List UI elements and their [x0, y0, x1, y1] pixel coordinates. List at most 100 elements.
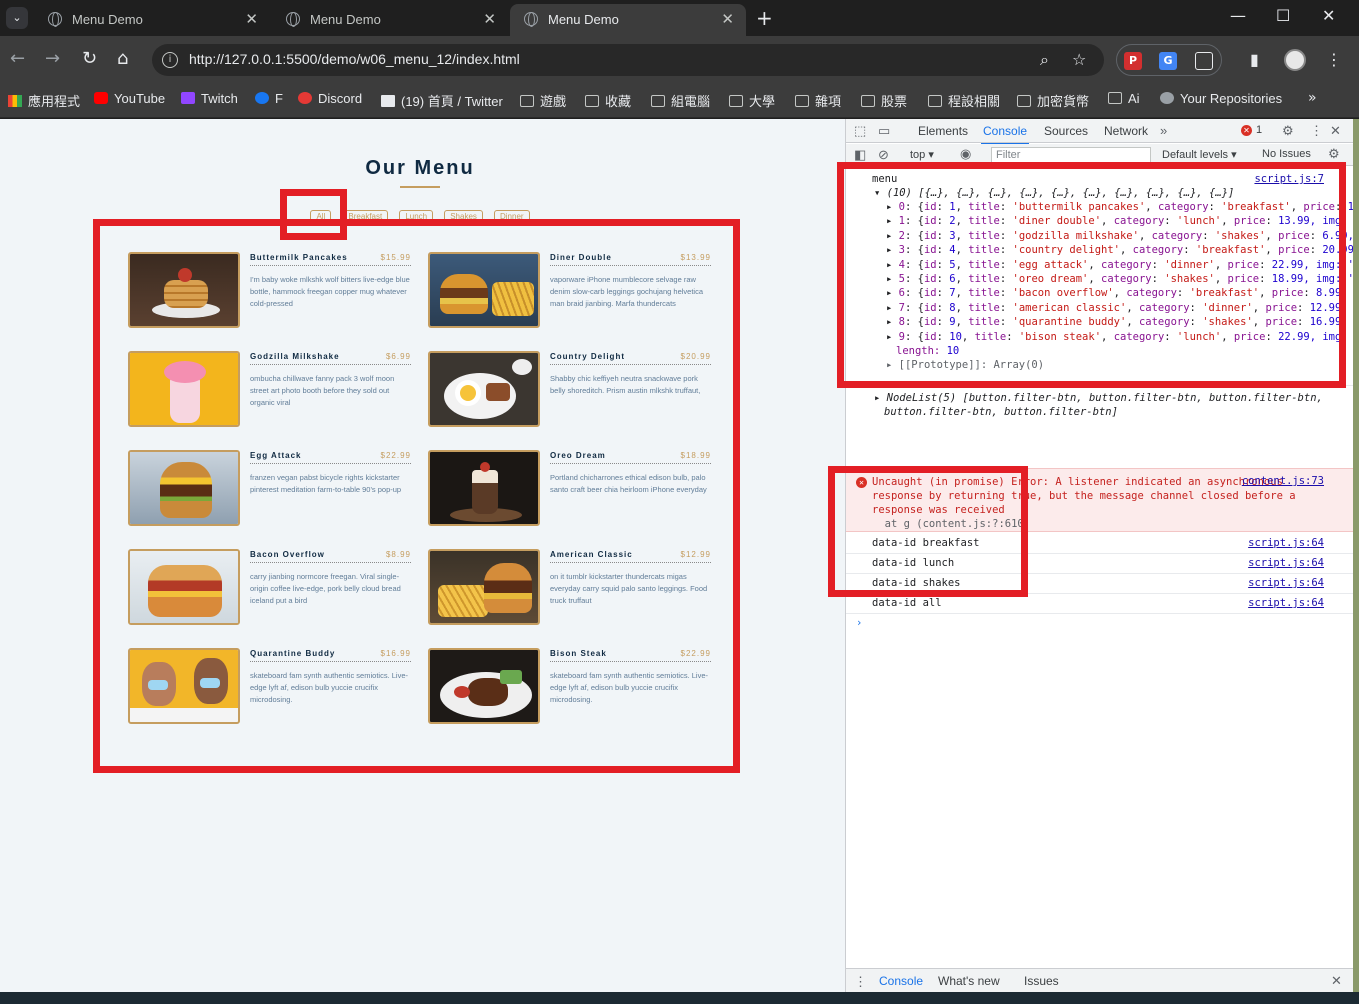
translate-extension-icon[interactable]: G — [1159, 52, 1177, 70]
address-bar[interactable]: i http://127.0.0.1:5500/demo/w06_menu_12… — [152, 44, 1104, 76]
browser-tab[interactable]: Menu Demo ✕ — [272, 4, 508, 36]
bookmark-item[interactable]: Twitch — [181, 91, 238, 106]
pinterest-extension-icon[interactable]: P — [1124, 52, 1142, 70]
tab-strip: ⌄ Menu Demo ✕ Menu Demo ✕ Menu Demo ✕ + … — [0, 0, 1359, 36]
facebook-icon — [255, 92, 269, 104]
devtools-tab-network[interactable]: Network — [1104, 124, 1148, 138]
twitch-icon — [181, 92, 195, 104]
bookmark-item[interactable]: 遊戲 — [520, 91, 566, 110]
avatar[interactable] — [1284, 49, 1306, 71]
star-icon[interactable]: ☆ — [1072, 50, 1086, 69]
folder-icon — [1108, 92, 1122, 104]
data-id-log-source[interactable]: script.js:64 — [1248, 577, 1324, 589]
devtools-tab-console[interactable]: Console — [980, 124, 1030, 145]
drawer-tab-whats-new[interactable]: What's new — [938, 974, 1000, 988]
reload-icon[interactable]: ↻ — [82, 48, 97, 69]
back-icon[interactable]: ← — [10, 48, 25, 69]
more-tabs-icon[interactable]: » — [1160, 123, 1167, 138]
new-tab-icon[interactable]: + — [756, 6, 773, 30]
close-icon[interactable]: ✕ — [483, 10, 496, 28]
folder-icon — [1017, 95, 1031, 107]
drawer-menu-icon[interactable]: ⋮ — [854, 974, 867, 990]
error-count-icon[interactable]: ✕ — [1241, 125, 1252, 136]
globe-icon — [286, 12, 300, 27]
highlight-box-array-log — [837, 162, 1346, 388]
folder-icon — [520, 95, 534, 107]
bookmark-label: Twitch — [201, 91, 238, 106]
bookmark-item[interactable]: YouTube — [94, 91, 165, 106]
data-id-log-source[interactable]: script.js:64 — [1248, 597, 1324, 609]
bookmark-item[interactable]: (19) 首頁 / Twitter — [381, 91, 503, 110]
drawer-close-icon[interactable]: ✕ — [1331, 973, 1342, 989]
log-levels-dropdown[interactable]: Default levels ▾ — [1162, 148, 1237, 161]
devtools-drawer: ⋮ Console What's new Issues ✕ — [846, 968, 1354, 995]
highlight-box-menu — [93, 219, 740, 773]
sidebar-toggle-icon[interactable]: ◧ — [854, 147, 866, 163]
devtools-tab-sources[interactable]: Sources — [1044, 124, 1088, 138]
bookmark-item[interactable]: 股票 — [861, 91, 907, 110]
issues-counter[interactable]: No Issues — [1262, 148, 1311, 160]
log-divider — [846, 613, 1354, 614]
inspect-element-icon[interactable]: ⬚ — [854, 123, 866, 139]
devtools-more-icon[interactable]: ⋮ — [1310, 123, 1323, 139]
minimize-icon[interactable]: — — [1230, 6, 1246, 25]
bookmark-item[interactable]: 組電腦 — [651, 91, 710, 110]
bookmark-item[interactable]: Ai — [1108, 91, 1140, 106]
bookmark-item[interactable]: Your Repositories — [1160, 91, 1282, 106]
clear-console-icon[interactable]: ⊘ — [878, 147, 889, 163]
context-selector[interactable]: top ▾ — [910, 148, 934, 161]
browser-tab[interactable]: Menu Demo ✕ — [34, 4, 270, 36]
more-menu-icon[interactable]: ⋮ — [1326, 50, 1342, 69]
extensions-puzzle-icon[interactable] — [1195, 52, 1213, 70]
browser-tab-active[interactable]: Menu Demo ✕ — [510, 4, 746, 36]
bookmark-item[interactable]: F — [255, 91, 283, 106]
site-info-icon[interactable]: i — [162, 52, 178, 68]
youtube-icon — [94, 92, 108, 104]
bookmark-item[interactable]: 應用程式 — [8, 91, 80, 110]
drawer-tab-issues[interactable]: Issues — [1024, 974, 1059, 988]
context-value: top — [910, 149, 926, 161]
window-close-icon[interactable]: ✕ — [1322, 6, 1335, 25]
device-toolbar-icon[interactable]: ▭ — [878, 123, 890, 139]
devtools-tab-elements[interactable]: Elements — [918, 124, 968, 138]
zoom-icon[interactable]: ⌕ — [1040, 50, 1049, 70]
bookmarks-overflow-icon[interactable]: » — [1308, 90, 1317, 106]
bookmark-item[interactable]: 加密貨幣 — [1017, 91, 1089, 110]
bookmark-label: 加密貨幣 — [1037, 94, 1090, 109]
home-icon[interactable]: ⌂ — [117, 48, 128, 69]
nodelist-line-1: NodeList(5) [button.filter-btn, button.f… — [886, 392, 1323, 404]
devtools-close-icon[interactable]: ✕ — [1330, 123, 1341, 139]
console-filter-input[interactable]: Filter — [991, 147, 1151, 163]
github-icon — [1160, 92, 1174, 104]
close-icon[interactable]: ✕ — [245, 10, 258, 28]
data-id-log-source[interactable]: script.js:64 — [1248, 557, 1324, 569]
window-edge — [1353, 119, 1359, 992]
bookmark-item[interactable]: 雜項 — [795, 91, 841, 110]
bookmark-item[interactable]: 收藏 — [585, 91, 631, 110]
bookmark-item[interactable]: 大學 — [729, 91, 775, 110]
close-icon[interactable]: ✕ — [721, 10, 734, 28]
folder-icon — [861, 95, 875, 107]
folder-icon — [729, 95, 743, 107]
folder-icon — [651, 95, 665, 107]
nodelist-log[interactable]: ▸ NodeList(5) [button.filter-btn, button… — [874, 392, 1323, 404]
side-panel-icon[interactable]: ▮ — [1250, 50, 1259, 69]
folder-icon — [928, 95, 942, 107]
data-id-log-source[interactable]: script.js:64 — [1248, 537, 1324, 549]
folder-icon — [585, 95, 599, 107]
console-settings-icon[interactable]: ⚙ — [1328, 146, 1340, 162]
bookmarks-bar: 應用程式 YouTube Twitch F Discord (19) 首頁 / Twitt… — [0, 84, 1359, 118]
console-prompt-icon[interactable]: › — [856, 617, 862, 629]
bookmark-label: F — [275, 91, 283, 106]
live-expression-eye-icon[interactable]: ◉ — [960, 146, 971, 162]
drawer-tab-console[interactable]: Console — [876, 974, 926, 995]
x-icon — [381, 95, 395, 107]
bookmark-item[interactable]: 程設相關 — [928, 91, 1000, 110]
settings-gear-icon[interactable]: ⚙ — [1282, 123, 1294, 139]
maximize-icon[interactable]: ☐ — [1276, 6, 1290, 25]
bookmark-item[interactable]: Discord — [298, 91, 362, 106]
bookmark-label: 應用程式 — [28, 94, 81, 109]
error-source-link[interactable]: content.js:73 — [1242, 475, 1324, 487]
tab-search-button[interactable]: ⌄ — [6, 7, 28, 29]
forward-icon[interactable]: → — [45, 48, 60, 69]
